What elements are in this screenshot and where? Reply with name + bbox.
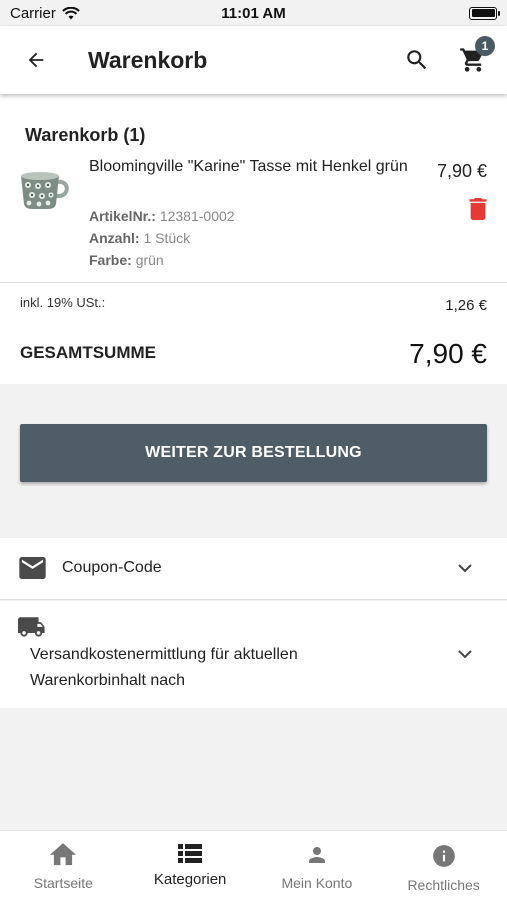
- color-value: grün: [135, 252, 164, 268]
- back-button[interactable]: [6, 26, 66, 94]
- cart-button[interactable]: 1: [445, 26, 501, 94]
- total-value: 7,90 €: [409, 338, 487, 369]
- article-label: ArtikelNr.:: [89, 208, 156, 224]
- nav-label-mein-konto: Mein Konto: [281, 875, 353, 891]
- nav-item-startseite[interactable]: Startseite: [0, 831, 127, 900]
- trash-icon: [469, 198, 487, 220]
- color-label: Farbe:: [89, 252, 132, 268]
- shipping-row[interactable]: Versandkostenermittlung für aktuellen Wa…: [0, 601, 507, 708]
- totals-section: inkl. 19% USt.: 1,26 € GESAMTSUMME 7,90 …: [0, 283, 507, 384]
- status-bar: Carrier 11:01 AM: [0, 0, 507, 26]
- truck-icon: [18, 617, 45, 637]
- info-icon: [432, 845, 455, 867]
- quantity-label: Anzahl:: [89, 230, 140, 246]
- nav-item-kategorien[interactable]: Kategorien: [127, 831, 254, 900]
- search-icon: [407, 50, 427, 70]
- item-name[interactable]: Bloomingville "Karine" Tasse mit Henkel …: [89, 156, 409, 177]
- cart-section: Warenkorb (1) Bloomingville "Karine" Tas…: [0, 94, 507, 283]
- cart-heading: Warenkorb (1): [25, 125, 146, 145]
- chevron-down-icon: [457, 646, 473, 662]
- mail-icon: [19, 557, 46, 579]
- home-icon: [50, 843, 77, 866]
- bottom-navigation: Startseite Kategorien Mein Konto Rechtli…: [0, 830, 507, 900]
- shipping-label-line2: Warenkorbinhalt nach: [30, 672, 186, 689]
- color: Farbe: grün: [89, 252, 164, 268]
- list-icon: [178, 844, 203, 863]
- arrow-left-icon: [28, 52, 44, 68]
- product-image[interactable]: [18, 168, 70, 212]
- search-button[interactable]: [389, 26, 445, 94]
- battery-icon: [469, 6, 500, 20]
- article-value: 12381-0002: [159, 208, 235, 224]
- item-price: 7,90 €: [436, 161, 487, 181]
- chevron-down-icon: [457, 560, 473, 576]
- page-title: Warenkorb: [88, 46, 208, 73]
- nav-item-mein-konto[interactable]: Mein Konto: [254, 831, 381, 900]
- shipping-label-line1: Versandkostenermittlung für aktuellen: [30, 646, 298, 663]
- status-time: 11:01 AM: [221, 4, 286, 22]
- app-bar: Warenkorb 1: [0, 26, 507, 94]
- nav-label-kategorien: Kategorien: [153, 871, 227, 888]
- vat-label: inkl. 19% USt.:: [20, 295, 106, 310]
- coupon-label: Coupon-Code: [62, 559, 162, 576]
- vat-value: 1,26 €: [445, 297, 487, 314]
- nav-item-rechtliches[interactable]: Rechtliches: [380, 831, 507, 900]
- coupon-row[interactable]: Coupon-Code: [0, 538, 507, 600]
- nav-label-startseite: Startseite: [33, 875, 93, 891]
- total-label: GESAMTSUMME: [20, 343, 156, 362]
- checkout-button[interactable]: WEITER ZUR BESTELLUNG: [20, 424, 487, 482]
- article-number: ArtikelNr.: 12381-0002: [89, 208, 235, 224]
- person-icon: [308, 847, 325, 863]
- nav-label-rechtliches: Rechtliches: [407, 877, 480, 893]
- delete-item-button[interactable]: [467, 196, 489, 222]
- quantity: Anzahl: 1 Stück: [89, 230, 190, 246]
- quantity-value: 1 Stück: [143, 230, 191, 246]
- cart-count-badge: 1: [475, 36, 495, 56]
